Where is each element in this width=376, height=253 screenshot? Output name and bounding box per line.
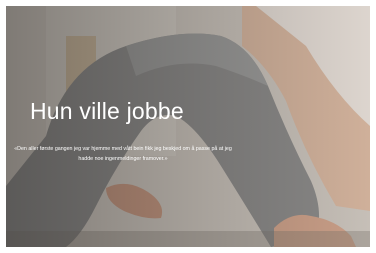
article-quote: «Den aller første gangen jeg var hjemme … — [14, 146, 232, 162]
image-overlay — [6, 6, 370, 247]
article-teaser-card[interactable]: Hun ville jobbe «Den aller første gangen… — [6, 6, 370, 247]
article-headline[interactable]: Hun ville jobbe — [30, 98, 184, 124]
